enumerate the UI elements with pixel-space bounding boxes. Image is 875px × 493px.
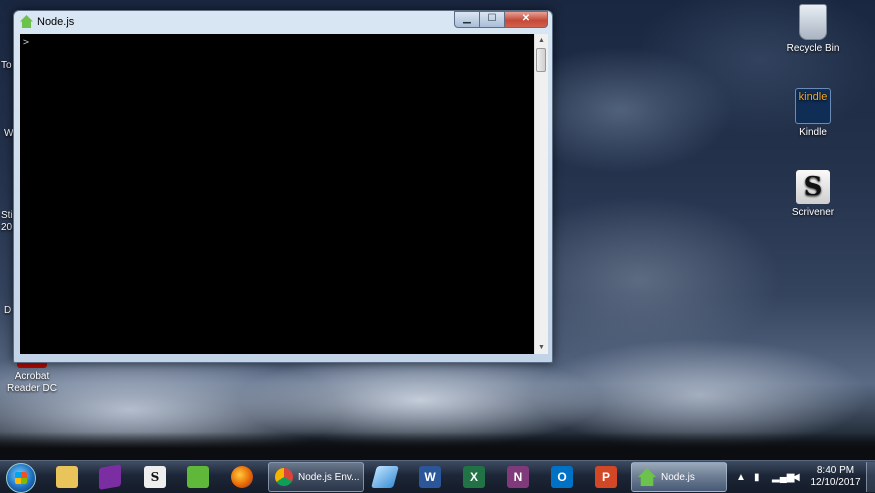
taskbar: S Node.js Env... W X N O P Node.js ▲ ▮ ▂… [0,460,875,493]
console-prompt: > [23,37,30,48]
firefox-icon [231,466,253,488]
nodejs-console-window[interactable]: Node.js ▁ ☐ ✕ > ▲ ▼ [13,10,553,363]
desktop-icon-label-fragment: 20 [1,222,13,233]
desktop-icon-label-fragment: To [1,60,12,71]
recycle-bin-icon [799,4,827,40]
desktop-icon-label-line2: Reader DC [6,383,58,394]
taskbar-powerpoint[interactable]: P [587,462,625,492]
system-clock[interactable]: 8:40 PM 12/10/2017 [808,465,863,489]
minimize-button[interactable]: ▁ [454,11,480,28]
taskbar-chrome-window[interactable]: Node.js Env... [268,462,364,492]
window-titlebar[interactable]: Node.js ▁ ☐ ✕ [14,11,552,33]
taskbar-scrivener[interactable]: S [136,462,174,492]
taskbar-word[interactable]: W [411,462,449,492]
volume-icon[interactable]: ◀ [792,472,800,483]
desktop-icon-scrivener[interactable]: S Scrivener [778,170,848,219]
desktop-icon-label: Kindle [799,127,827,138]
folder-icon [56,466,78,488]
desktop-icon-kindle[interactable]: kindle Kindle [778,88,848,139]
taskbar-onenote-notebook[interactable] [91,462,129,492]
close-button[interactable]: ✕ [505,11,548,28]
taskbar-window-label: Node.js Env... [298,471,360,483]
desktop-icon-recycle-bin[interactable]: Recycle Bin [778,4,848,55]
mail-icon [371,466,399,488]
evernote-icon [187,466,209,488]
horizon-treeline [0,432,875,462]
taskbar-window-label: Node.js [661,471,695,483]
desktop-icon-label-fragment: Sti [1,210,13,221]
kindle-logo-text: kindle [798,91,828,103]
desktop-icon-label: Recycle Bin [786,43,840,54]
kindle-icon: kindle [795,88,831,124]
excel-icon: X [463,466,485,488]
onenote-icon: N [507,466,529,488]
caption-buttons: ▁ ☐ ✕ [454,11,548,28]
taskbar-firefox[interactable] [223,462,261,492]
notebook-icon [99,464,121,490]
battery-icon[interactable]: ▮ [754,472,760,483]
vertical-scrollbar[interactable]: ▲ ▼ [534,34,548,354]
chrome-icon [275,468,293,486]
start-button[interactable] [6,463,36,493]
taskbar-excel[interactable]: X [455,462,493,492]
scroll-down-arrow-icon[interactable]: ▼ [535,341,548,354]
show-hidden-icons-chevron-icon[interactable]: ▲ [736,472,746,483]
word-icon: W [419,466,441,488]
taskbar-outlook[interactable]: O [543,462,581,492]
scroll-up-arrow-icon[interactable]: ▲ [535,34,548,47]
maximize-button[interactable]: ☐ [480,11,505,28]
desktop-icon-label-fragment: D [4,305,12,316]
scrollbar-thumb[interactable] [536,48,546,72]
scrivener-icon: S [796,170,830,204]
clock-date: 12/10/2017 [810,477,861,488]
clock-time: 8:40 PM [816,465,855,476]
nodejs-icon [638,468,656,486]
desktop-icon-label: Scrivener [791,207,835,218]
show-desktop-button[interactable] [866,462,875,492]
nodejs-icon [20,15,33,28]
taskbar-nodejs-window[interactable]: Node.js [631,462,727,492]
outlook-icon: O [551,466,573,488]
windows-logo-icon [15,472,27,484]
taskbar-onenote[interactable]: N [499,462,537,492]
powerpoint-icon: P [595,466,617,488]
window-title: Node.js [37,16,75,28]
taskbar-file-explorer[interactable] [48,462,86,492]
scrivener-icon: S [144,466,166,488]
taskbar-mail[interactable] [366,462,404,492]
console-output[interactable]: > [20,34,534,354]
taskbar-evernote[interactable] [179,462,217,492]
desktop-icon-label-line1: Acrobat [14,371,50,382]
